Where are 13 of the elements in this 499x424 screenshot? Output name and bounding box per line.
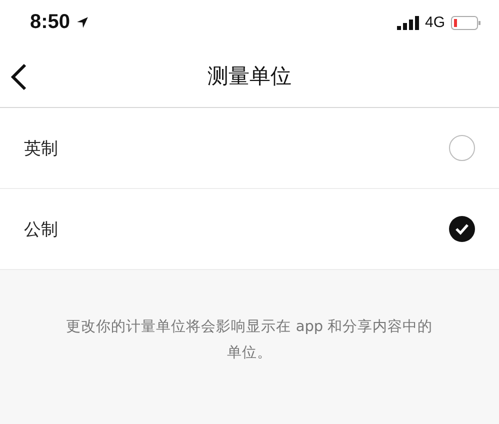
footnote-text: 更改你的计量单位将会影响显示在 app 和分享内容中的单位。 xyxy=(65,318,434,363)
location-arrow-icon xyxy=(76,16,90,29)
radio-icon[interactable] xyxy=(449,135,475,161)
battery-icon xyxy=(451,16,481,30)
signal-icon xyxy=(396,16,419,30)
option-label: 英制 xyxy=(24,138,58,160)
network-label: 4G xyxy=(424,14,445,31)
unit-option[interactable]: 英制 xyxy=(0,108,499,189)
unit-option[interactable]: 公制 xyxy=(0,189,499,270)
option-label: 公制 xyxy=(24,218,58,240)
page-title: 测量单位 xyxy=(208,63,292,90)
checked-radio-icon[interactable] xyxy=(449,216,475,242)
status-time: 8:50 xyxy=(30,11,70,34)
